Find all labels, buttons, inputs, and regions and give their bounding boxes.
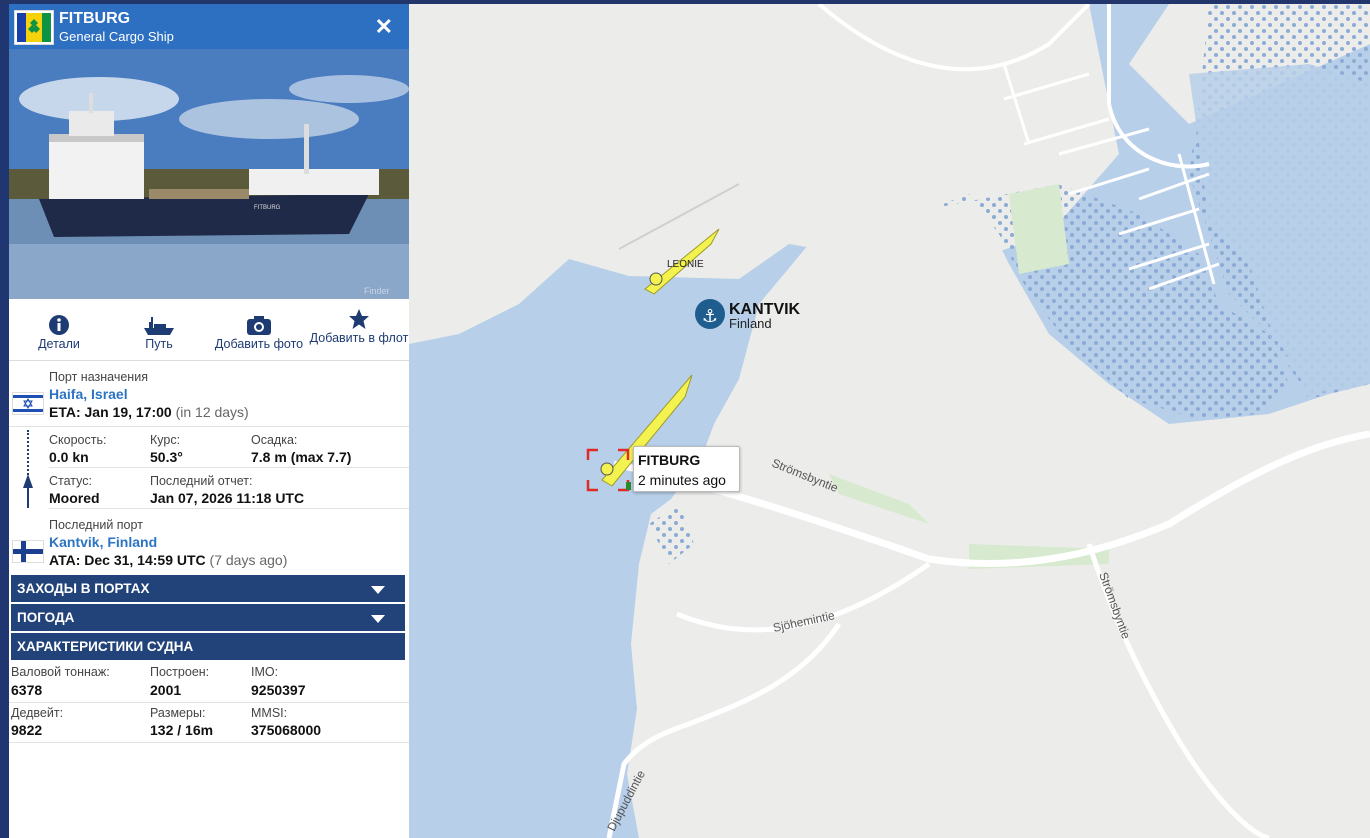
gt-label: Валовой тоннаж: [11, 665, 110, 679]
eta-relative: (in 12 days) [175, 404, 249, 420]
dimensions-label: Размеры: [150, 706, 206, 720]
close-icon[interactable]: ✕ [375, 14, 393, 40]
chevron-down-icon [371, 615, 385, 623]
photo-watermark: Finder [364, 286, 390, 296]
details-label: Детали [38, 337, 80, 351]
tooltip-update-age: 2 minutes ago [638, 472, 726, 488]
speed-label: Скорость: [49, 433, 107, 447]
navigation-row-2: Статус: Moored Последний отчет: Jan 07, … [49, 468, 409, 509]
dimensions-value: 132 / 16m [150, 722, 214, 738]
imo-label: IMO: [251, 665, 279, 679]
imo-value: 9250397 [251, 682, 306, 698]
add-to-fleet-button[interactable]: Добавить в флот [309, 302, 409, 360]
course-value: 50.3° [150, 449, 183, 465]
star-icon [349, 309, 369, 329]
weather-title: ПОГОДА [17, 610, 75, 625]
built-label: Построен: [150, 665, 210, 679]
track-button[interactable]: Путь [109, 302, 209, 360]
specs-row-1: Валовой тоннаж: 6378 Построен: 2001 IMO:… [9, 662, 409, 703]
vessel-specs-title: ХАРАКТЕРИСТИКИ СУДНА [17, 639, 194, 654]
dwt-label: Дедвейт: [11, 706, 64, 720]
speed-value: 0.0 kn [49, 449, 89, 465]
route-progress-bar [27, 486, 29, 508]
vessel-specs-section[interactable]: ХАРАКТЕРИСТИКИ СУДНА [11, 633, 405, 660]
finland-flag-icon [12, 540, 44, 563]
info-icon [49, 315, 69, 335]
vessel-tooltip[interactable]: FITBURG 2 minutes ago [633, 446, 740, 492]
last-report-value: Jan 07, 2026 11:18 UTC [150, 490, 305, 506]
israel-flag-icon [12, 392, 44, 415]
add-photo-button[interactable]: Добавить фото [209, 302, 309, 360]
vessel-actions: Детали Путь Добавить фото Добавить в фло… [9, 302, 409, 361]
port-calls-title: ЗАХОДЫ В ПОРТАХ [17, 581, 150, 596]
eta-value: ETA: Jan 19, 17:00 (in 12 days) [49, 404, 249, 420]
saint-vincent-grenadines-flag-icon [14, 10, 54, 45]
vessel-leonie-label: LEONIE [667, 259, 704, 270]
svg-text:⚓: ⚓ [702, 306, 718, 327]
vessel-type: General Cargo Ship [59, 29, 174, 44]
mmsi-label: MMSI: [251, 706, 288, 720]
draught-label: Осадка: [251, 433, 298, 447]
park-area [1009, 184, 1069, 274]
vessel-fitburg-dot [600, 462, 614, 476]
vessel-header: FITBURG General Cargo Ship ✕ [9, 4, 409, 49]
details-button[interactable]: Детали [9, 302, 109, 360]
camera-icon [247, 316, 271, 335]
mmsi-value: 375068000 [251, 722, 322, 738]
ata-value: ATA: Dec 31, 14:59 UTC (7 days ago) [49, 552, 288, 568]
course-label: Курс: [150, 433, 181, 447]
vessel-info-panel: FITBURG General Cargo Ship ✕ FITBURG Fin… [9, 4, 409, 838]
status-label: Статус: [49, 474, 92, 488]
weather-section[interactable]: ПОГОДА [11, 604, 405, 631]
track-label: Путь [145, 337, 173, 351]
chevron-down-icon [371, 586, 385, 594]
port-calls-section[interactable]: ЗАХОДЫ В ПОРТАХ [11, 575, 405, 602]
destination-port-link[interactable]: Haifa, Israel [49, 386, 128, 402]
ship-track-icon [144, 317, 174, 335]
gt-value: 6378 [11, 682, 43, 698]
last-port-label: Последний порт [49, 518, 143, 532]
last-port-link[interactable]: Kantvik, Finland [49, 534, 157, 550]
vessel-leonie-dot [649, 272, 663, 286]
map-view[interactable]: LEONIE ⚓ KANTVIK Finland Strömsbyntie Sj… [409, 4, 1370, 838]
dwt-value: 9822 [11, 722, 43, 738]
last-report-label: Последний отчет: [150, 474, 253, 488]
last-port-row: Последний порт Kantvik, Finland ATA: Dec… [9, 510, 409, 574]
port-country-label: Finland [729, 316, 772, 331]
specs-row-2: Дедвейт: 9822 Размеры: 132 / 16m MMSI: 3… [9, 703, 409, 743]
ata-relative: (7 days ago) [209, 552, 288, 568]
draught-value: 7.8 m (max 7.7) [251, 449, 352, 465]
status-value: Moored [49, 490, 100, 506]
add-to-fleet-label: Добавить в флот [309, 331, 409, 345]
built-value: 2001 [150, 682, 182, 698]
destination-label: Порт назначения [49, 370, 148, 384]
hull-name-text: FITBURG [254, 205, 281, 211]
tooltip-vessel-name: FITBURG [638, 452, 701, 468]
map-canvas[interactable]: LEONIE ⚓ KANTVIK Finland Strömsbyntie Sj… [409, 4, 1370, 838]
left-sidebar-strip [0, 4, 9, 838]
destination-row: Порт назначения Haifa, Israel ETA: Jan 1… [9, 362, 409, 427]
add-photo-label: Добавить фото [214, 337, 304, 351]
vessel-photo[interactable]: FITBURG Finder [9, 49, 409, 299]
navigation-row-1: Скорость: 0.0 kn Курс: 50.3° Осадка: 7.8… [49, 427, 409, 468]
vessel-name: FITBURG [59, 10, 131, 27]
